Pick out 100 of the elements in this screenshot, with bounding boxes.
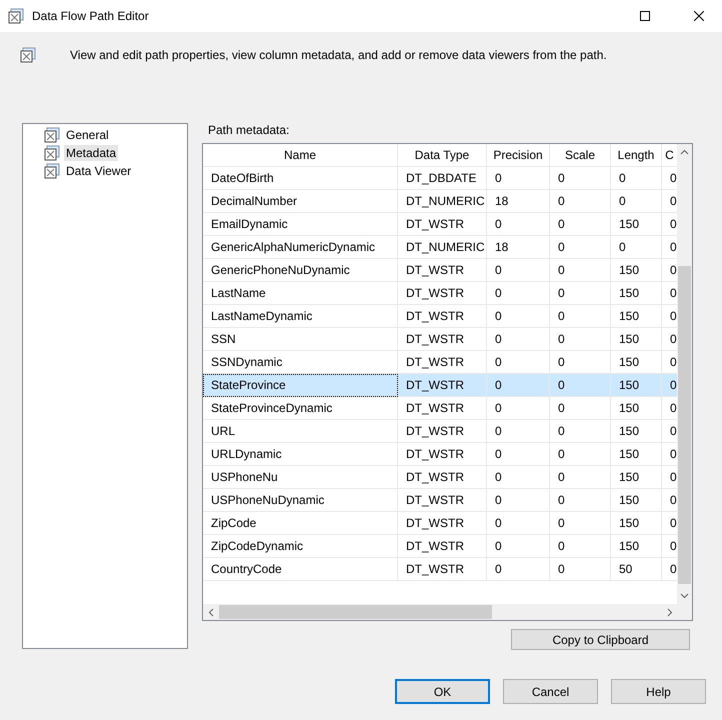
table-cell: DT_NUMERIC [398,190,487,213]
table-cell: 0 [487,466,550,489]
table-cell: DT_WSTR [398,443,487,466]
column-header[interactable]: Scale [550,144,611,167]
table-cell: 0 [487,328,550,351]
table-cell: 0 [550,282,611,305]
description-text: View and edit path properties, view column metadata, and add or remove data viewers from the path. [70,47,607,62]
scroll-right-icon[interactable] [667,608,673,617]
table-cell: 0 [550,213,611,236]
table-cell: 0 [487,512,550,535]
table-cell: 0 [550,397,611,420]
table-cell: DT_WSTR [398,305,487,328]
table-cell: USPhoneNu [203,466,398,489]
cancel-button[interactable]: Cancel [503,679,598,704]
ok-button[interactable]: OK [395,679,490,704]
table-cell: 0 [550,305,611,328]
table-cell: 0 [487,282,550,305]
window-icon [8,8,24,24]
table-cell: 0 [487,213,550,236]
table-cell: DT_NUMERIC [398,236,487,259]
table-cell: 0 [550,236,611,259]
table-cell: URL [203,420,398,443]
column-header[interactable]: Data Type [398,144,487,167]
table-cell: LastNameDynamic [203,305,398,328]
table-cell: StateProvinceDynamic [203,397,398,420]
table-cell: 0 [550,167,611,190]
table-cell: 0 [550,535,611,558]
table-cell: 0 [611,236,662,259]
table-cell: DT_WSTR [398,489,487,512]
sidebar-item[interactable]: General [64,127,111,143]
table-cell: CountryCode [203,558,398,581]
table-cell: 0 [487,374,550,397]
table-cell: DT_WSTR [398,213,487,236]
table-cell: 150 [611,512,662,535]
table-cell: 18 [487,236,550,259]
table-cell: 0 [487,535,550,558]
maximize-icon[interactable] [640,11,650,21]
sidebar-item[interactable]: Metadata [64,145,118,161]
copy-button[interactable]: Copy to Clipboard [511,629,690,650]
table-cell: 0 [550,558,611,581]
table-cell: 150 [611,374,662,397]
table-cell: 0 [550,190,611,213]
table-cell: GenericPhoneNuDynamic [203,259,398,282]
table-cell: 0 [487,443,550,466]
column-header[interactable]: Name [203,144,398,167]
table-cell: 150 [611,397,662,420]
table-cell: DT_WSTR [398,558,487,581]
table-cell: DT_WSTR [398,328,487,351]
table-cell: 0 [550,259,611,282]
table-cell: DT_WSTR [398,374,487,397]
table-cell: DT_WSTR [398,259,487,282]
table-cell: DT_DBDATE [398,167,487,190]
scroll-down-icon[interactable] [680,593,689,599]
table-cell: 0 [487,558,550,581]
table-cell: 50 [611,558,662,581]
scroll-up-icon[interactable] [680,149,689,155]
table-cell: USPhoneNuDynamic [203,489,398,512]
table-cell: DT_WSTR [398,535,487,558]
table-cell: DecimalNumber [203,190,398,213]
table-cell: 0 [487,489,550,512]
column-header[interactable]: Length [611,144,662,167]
table-cell: 150 [611,466,662,489]
table-cell: 150 [611,305,662,328]
table-cell: ZipCode [203,512,398,535]
table-cell: 0 [487,167,550,190]
sidebar-item[interactable]: Data Viewer [64,163,134,179]
table-cell: LastName [203,282,398,305]
table-cell: DT_WSTR [398,466,487,489]
table-cell: 0 [611,167,662,190]
table-cell: 0 [550,512,611,535]
table-cell: 0 [550,420,611,443]
table-cell: 0 [550,443,611,466]
table-cell: ZipCodeDynamic [203,535,398,558]
window-title: Data Flow Path Editor [32,9,150,23]
table-cell: 18 [487,190,550,213]
table-cell: 0 [550,466,611,489]
table-cell: 150 [611,259,662,282]
table-cell: DT_WSTR [398,397,487,420]
table-cell: DT_WSTR [398,512,487,535]
table-cell: URLDynamic [203,443,398,466]
table-cell: 150 [611,420,662,443]
column-header[interactable]: Precision [487,144,550,167]
table-cell: DateOfBirth [203,167,398,190]
table-cell: 0 [611,190,662,213]
table-row[interactable]: StateProvince DT_WSTR 0 0 150 0 [203,374,678,397]
help-button[interactable]: Help [611,679,706,704]
table-cell: 150 [611,282,662,305]
table-cell: 0 [487,397,550,420]
scroll-left-icon[interactable] [208,608,214,617]
table-cell: 0 [487,259,550,282]
vertical-scrollbar[interactable] [677,144,692,604]
close-icon[interactable] [694,11,704,21]
table-cell: 150 [611,328,662,351]
table-cell: 0 [487,420,550,443]
grid-label: Path metadata: [208,123,290,137]
table-cell: DT_WSTR [398,420,487,443]
table-cell: EmailDynamic [203,213,398,236]
table-cell: 0 [550,374,611,397]
table-cell: 150 [611,213,662,236]
table-cell: GenericAlphaNumericDynamic [203,236,398,259]
